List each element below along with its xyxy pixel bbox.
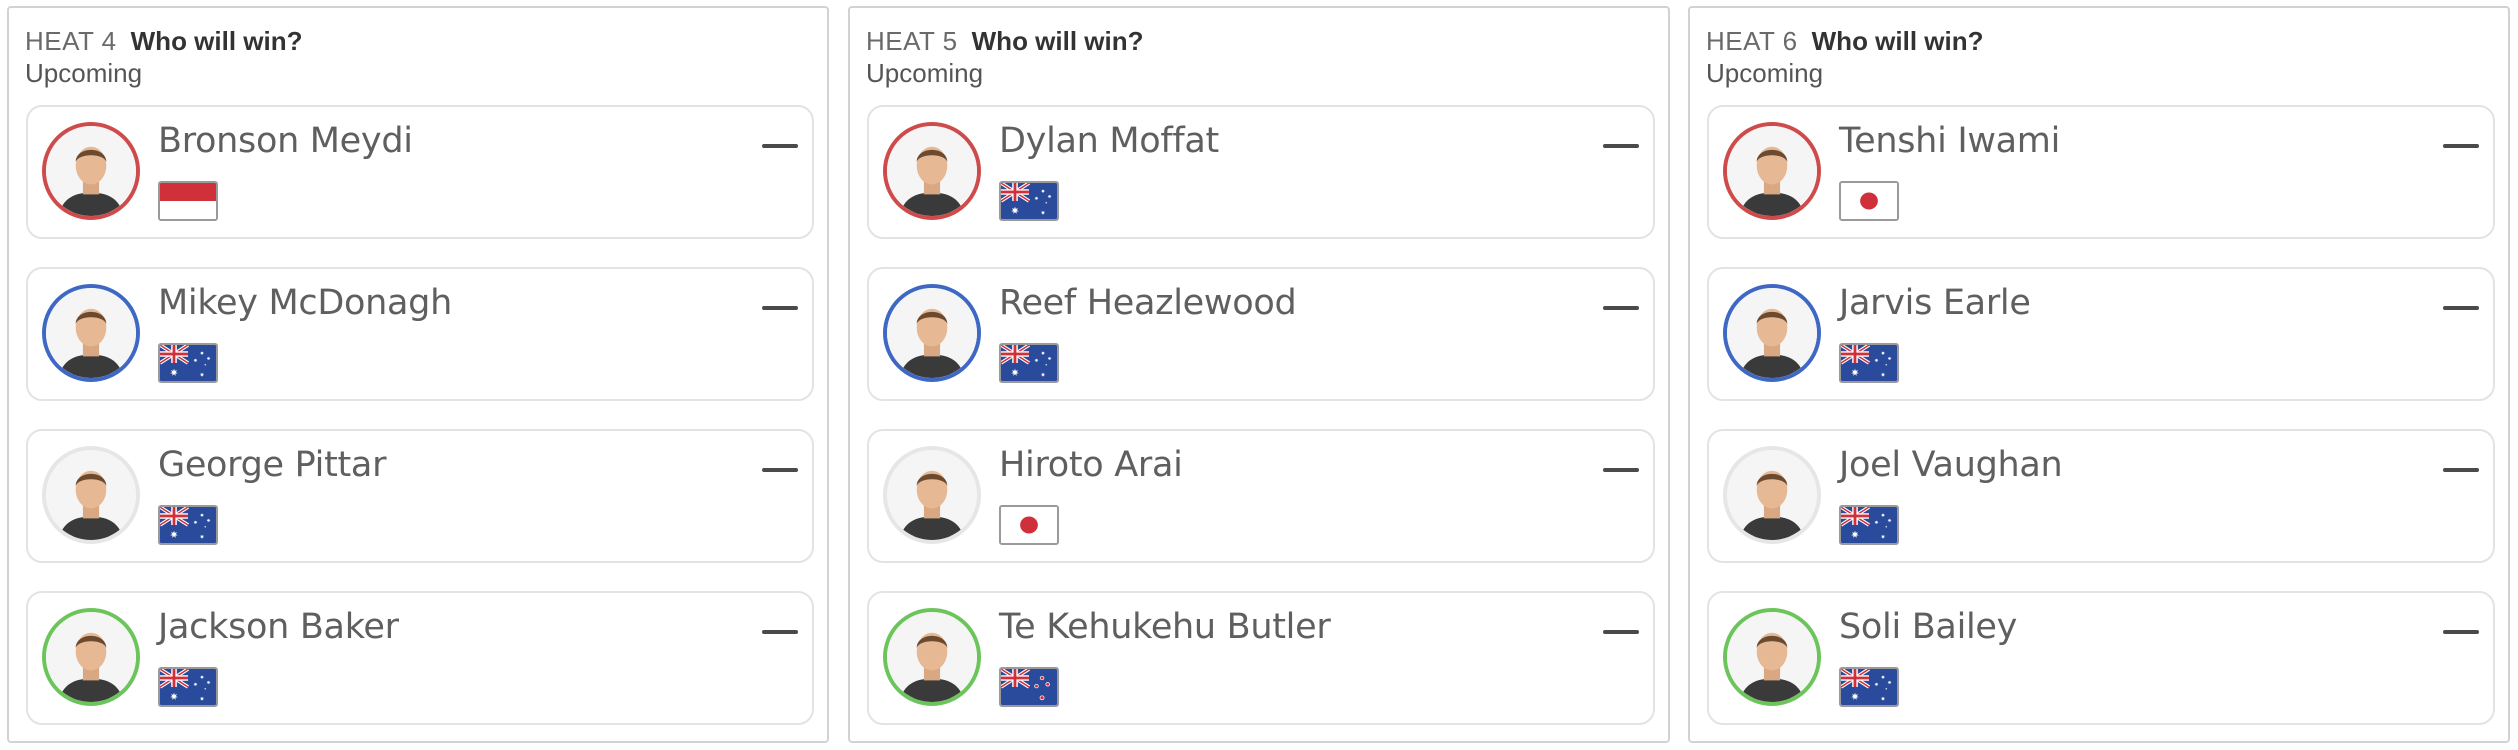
australia-flag-icon xyxy=(158,667,218,707)
surfer-option[interactable]: Jackson Baker xyxy=(26,591,814,725)
surfer-option[interactable]: Tenshi Iwami xyxy=(1707,105,2495,239)
surfer-name: Soli Bailey xyxy=(1839,607,2018,647)
surfer-avatar xyxy=(1723,446,1821,544)
surfer-name: Mikey McDonagh xyxy=(158,283,452,323)
australia-flag-icon xyxy=(158,505,218,545)
heat-label: HEAT 6 xyxy=(1706,26,1798,56)
surfer-name: Bronson Meydi xyxy=(158,121,413,161)
australia-flag-icon xyxy=(999,181,1059,221)
no-prediction-dash-icon xyxy=(762,630,798,634)
heat-label: HEAT 4 xyxy=(25,26,117,56)
no-prediction-dash-icon xyxy=(2443,630,2479,634)
indonesia-flag-icon xyxy=(158,181,218,221)
surfer-name: George Pittar xyxy=(158,445,387,485)
surfer-name: Dylan Moffat xyxy=(999,121,1219,161)
heat-status: Upcoming xyxy=(25,58,143,88)
australia-flag-icon xyxy=(999,343,1059,383)
new-zealand-flag-icon xyxy=(999,667,1059,707)
no-prediction-dash-icon xyxy=(1603,630,1639,634)
surfer-avatar xyxy=(883,446,981,544)
no-prediction-dash-icon xyxy=(762,306,798,310)
surfer-option[interactable]: Hiroto Arai xyxy=(867,429,1655,563)
surfer-name: Jarvis Earle xyxy=(1839,283,2031,323)
heat-header: HEAT 5 Who will win? xyxy=(866,26,1144,57)
surfer-avatar xyxy=(1723,284,1821,382)
no-prediction-dash-icon xyxy=(2443,468,2479,472)
heat-question: Who will win? xyxy=(130,26,303,56)
surfer-name: Te Kehukehu Butler xyxy=(999,607,1331,647)
heat-status: Upcoming xyxy=(866,58,984,88)
heat-header: HEAT 4 Who will win? xyxy=(25,26,303,57)
no-prediction-dash-icon xyxy=(1603,144,1639,148)
surfer-avatar xyxy=(1723,122,1821,220)
japan-flag-icon xyxy=(1839,181,1899,221)
heat-card: HEAT 6 Who will win? Upcoming Tenshi Iwam… xyxy=(1688,6,2510,743)
surfer-avatar xyxy=(42,608,140,706)
surfer-name: Reef Heazlewood xyxy=(999,283,1297,323)
surfer-option[interactable]: Soli Bailey xyxy=(1707,591,2495,725)
heat-card: HEAT 4 Who will win? Upcoming Bronson Mey… xyxy=(7,6,829,743)
australia-flag-icon xyxy=(158,343,218,383)
surfer-option[interactable]: Jarvis Earle xyxy=(1707,267,2495,401)
surfer-avatar xyxy=(42,284,140,382)
heat-question: Who will win? xyxy=(1811,26,1984,56)
surfer-name: Jackson Baker xyxy=(158,607,399,647)
surfer-option[interactable]: Mikey McDonagh xyxy=(26,267,814,401)
australia-flag-icon xyxy=(1839,343,1899,383)
no-prediction-dash-icon xyxy=(1603,306,1639,310)
australia-flag-icon xyxy=(1839,505,1899,545)
surfer-avatar xyxy=(42,122,140,220)
surfer-option[interactable]: George Pittar xyxy=(26,429,814,563)
japan-flag-icon xyxy=(999,505,1059,545)
surfer-option[interactable]: Bronson Meydi xyxy=(26,105,814,239)
heat-label: HEAT 5 xyxy=(866,26,958,56)
heat-card: HEAT 5 Who will win? Upcoming Dylan Moffa… xyxy=(848,6,1670,743)
no-prediction-dash-icon xyxy=(2443,144,2479,148)
no-prediction-dash-icon xyxy=(1603,468,1639,472)
surfer-name: Hiroto Arai xyxy=(999,445,1183,485)
surfer-option[interactable]: Dylan Moffat xyxy=(867,105,1655,239)
surfer-name: Joel Vaughan xyxy=(1839,445,2063,485)
surfer-name: Tenshi Iwami xyxy=(1839,121,2061,161)
surfer-option[interactable]: Joel Vaughan xyxy=(1707,429,2495,563)
surfer-option[interactable]: Te Kehukehu Butler xyxy=(867,591,1655,725)
heat-status: Upcoming xyxy=(1706,58,1824,88)
surfer-avatar xyxy=(1723,608,1821,706)
surfer-avatar xyxy=(883,608,981,706)
heat-question: Who will win? xyxy=(971,26,1144,56)
australia-flag-icon xyxy=(1839,667,1899,707)
no-prediction-dash-icon xyxy=(2443,306,2479,310)
surfer-option[interactable]: Reef Heazlewood xyxy=(867,267,1655,401)
surfer-avatar xyxy=(883,284,981,382)
heat-header: HEAT 6 Who will win? xyxy=(1706,26,1984,57)
no-prediction-dash-icon xyxy=(762,144,798,148)
no-prediction-dash-icon xyxy=(762,468,798,472)
surfer-avatar xyxy=(42,446,140,544)
surfer-avatar xyxy=(883,122,981,220)
